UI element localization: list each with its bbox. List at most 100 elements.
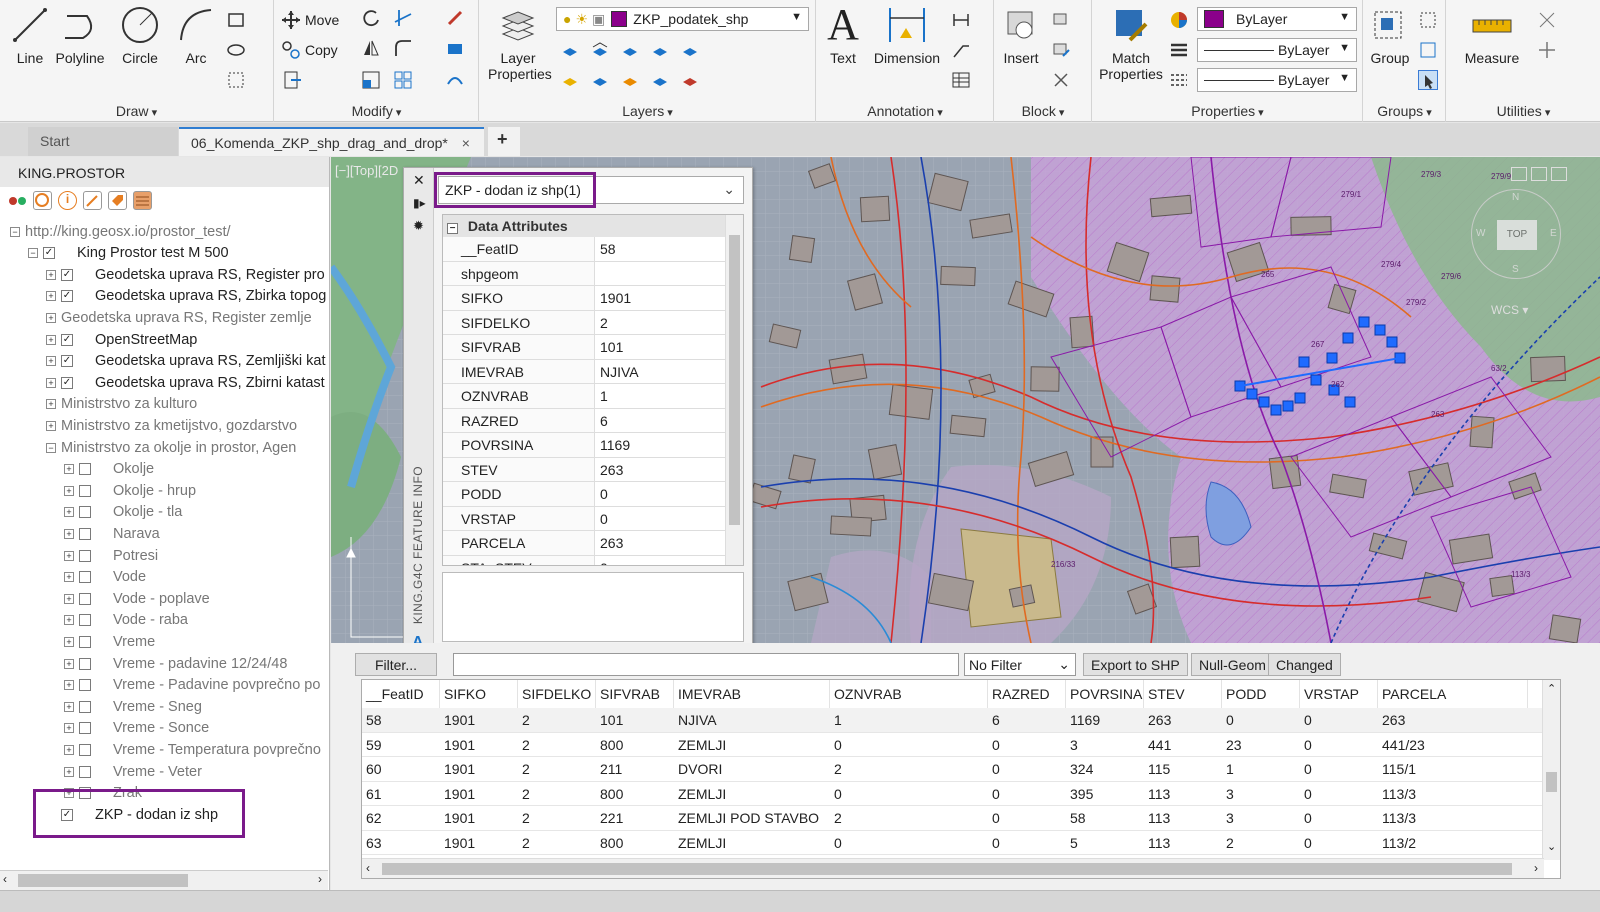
scrollbar-thumb[interactable] (382, 863, 1512, 875)
attribute-value[interactable]: 101 (595, 335, 725, 359)
array-icon[interactable] (393, 70, 413, 90)
building[interactable] (1149, 194, 1193, 218)
tree-item[interactable]: + Okolje - tla (64, 502, 182, 523)
building[interactable] (949, 414, 987, 438)
table-cell[interactable]: 115 (1144, 757, 1222, 782)
column-header[interactable]: SIFDELKO (518, 680, 596, 708)
column-header[interactable]: SIFVRAB (596, 680, 674, 708)
table-cell[interactable]: 115/1 (1378, 757, 1528, 782)
table-cell[interactable]: 59 (362, 733, 440, 758)
vertical-scrollbar[interactable] (725, 215, 743, 565)
table-cell[interactable]: 0 (1300, 831, 1378, 856)
table-cell[interactable]: 1901 (440, 708, 518, 733)
tab-document[interactable]: 06_Komenda_ZKP_shp_drag_and_drop* × (179, 127, 484, 156)
building[interactable] (859, 195, 891, 223)
move-button[interactable]: Move (281, 8, 339, 32)
expander-icon[interactable]: + (46, 399, 56, 410)
table-cell[interactable]: 800 (596, 782, 674, 807)
table-cell[interactable]: ZEMLJI (674, 733, 830, 758)
wcs-menu[interactable]: WCS ▾ (1491, 303, 1528, 317)
table-cell[interactable]: ZEMLJI POD STAVBO (674, 806, 830, 831)
expander-icon[interactable]: + (64, 464, 74, 475)
lineweight-dropdown[interactable]: ByLayer ▼ (1197, 68, 1357, 92)
tree-item[interactable]: ✓ ZKP - dodan iz shp (46, 804, 218, 825)
table-cell[interactable]: 3 (1066, 733, 1144, 758)
mirror-icon[interactable] (361, 38, 381, 58)
connect-icon[interactable] (8, 191, 27, 210)
attribute-row[interactable]: SIFVRAB 101 (443, 335, 725, 360)
tree-item[interactable]: + Narava (64, 523, 160, 544)
expander-icon[interactable]: + (64, 723, 74, 734)
scale-icon[interactable] (361, 70, 381, 90)
column-header[interactable]: RAZRED (988, 680, 1066, 708)
table-cell[interactable]: 2 (518, 831, 596, 856)
edit-block-icon[interactable] (1051, 40, 1071, 60)
tree-item[interactable]: + Geodetska uprava RS, Register zemlje (46, 307, 312, 328)
quick-select-icon[interactable] (1537, 10, 1557, 30)
attribute-row[interactable]: PODD 0 (443, 482, 725, 507)
attribute-value[interactable]: 263 (595, 458, 725, 482)
tree-item[interactable]: + Ministrstvo za kmetijstvo, gozdarstvo (46, 415, 297, 436)
layer-match-icon[interactable] (680, 40, 700, 60)
properties-panel-label[interactable]: Properties (1093, 103, 1362, 119)
dimension-button[interactable]: Dimension (873, 4, 941, 78)
attribute-row[interactable]: SIFDELKO 2 (443, 310, 725, 335)
tree-item[interactable]: + Vreme - Padavine povprečno po (64, 675, 320, 696)
table-cell[interactable]: 6 (988, 708, 1066, 733)
table-cell[interactable]: 263 (1144, 708, 1222, 733)
create-block-icon[interactable] (1051, 10, 1071, 30)
table-cell[interactable]: 0 (988, 806, 1066, 831)
table-cell[interactable]: 101 (596, 708, 674, 733)
table-cell[interactable]: ZEMLJI (674, 782, 830, 807)
column-header[interactable]: PARCELA (1378, 680, 1528, 708)
linear-dimension-icon[interactable] (951, 10, 971, 30)
table-cell[interactable]: 2 (830, 806, 988, 831)
edit-icon[interactable] (83, 191, 102, 210)
table-cell[interactable]: 263 (1378, 708, 1528, 733)
building[interactable] (1530, 355, 1566, 383)
erase-icon[interactable] (445, 8, 465, 28)
tree-item[interactable]: + Ministrstvo za kulturo (46, 394, 197, 415)
close-icon[interactable]: × (462, 135, 470, 151)
minimize-icon[interactable] (1511, 167, 1527, 181)
table-cell[interactable]: 0 (1300, 708, 1378, 733)
expander-icon[interactable]: + (46, 269, 56, 280)
filter-input[interactable] (453, 653, 959, 676)
circle-button[interactable]: Circle (110, 4, 170, 78)
attribute-value[interactable]: 263 (595, 531, 725, 555)
layer-off-icon[interactable] (620, 40, 640, 60)
table-cell[interactable]: 1901 (440, 757, 518, 782)
edit-attributes-icon[interactable] (1051, 70, 1071, 90)
visibility-checkbox[interactable] (79, 657, 91, 670)
visibility-checkbox[interactable]: ✓ (61, 268, 73, 281)
attribute-value[interactable]: 0 (595, 556, 725, 566)
stretch-icon[interactable] (283, 70, 303, 90)
visibility-checkbox[interactable] (79, 484, 91, 497)
filter-mode-dropdown[interactable]: No Filter ⌄ (964, 653, 1076, 676)
visibility-checkbox[interactable] (79, 592, 91, 605)
table-row[interactable]: 59 1901 2 800 ZEMLJI 0 0 3 441 23 0 441/23 (362, 733, 1544, 758)
attribute-row[interactable]: shpgeom (443, 261, 725, 286)
table-cell[interactable]: DVORI (674, 757, 830, 782)
trim-icon[interactable] (393, 8, 413, 28)
table-cell[interactable]: 2 (518, 806, 596, 831)
visibility-checkbox[interactable]: ✓ (61, 376, 73, 389)
table-cell[interactable]: 23 (1222, 733, 1300, 758)
horizontal-scrollbar[interactable]: ‹ › (0, 870, 328, 890)
attribute-value[interactable]: 58 (595, 237, 725, 261)
table-row[interactable]: 62 1901 2 221 ZEMLJI POD STAVBO 2 0 58 113 3 0 113/… (362, 806, 1544, 831)
table-cell[interactable]: 113/2 (1378, 831, 1528, 856)
layer-properties-button[interactable]: Layer Properties (488, 4, 552, 82)
attribute-row[interactable]: __FeatID 58 (443, 237, 725, 262)
tree-item[interactable]: + ✓ Geodetska uprava RS, Zbirni katast (46, 372, 325, 393)
expander-icon[interactable]: + (46, 334, 56, 345)
table-icon[interactable] (951, 70, 971, 90)
close-icon[interactable]: ✕ (413, 172, 425, 189)
expander-icon[interactable]: + (64, 788, 74, 799)
expander-icon[interactable]: + (46, 356, 56, 367)
table-cell[interactable]: 221 (596, 806, 674, 831)
table-cell[interactable]: 60 (362, 757, 440, 782)
table-cell[interactable]: 1901 (440, 806, 518, 831)
table-cell[interactable]: 2 (518, 782, 596, 807)
attribute-value[interactable]: 2 (595, 311, 725, 335)
